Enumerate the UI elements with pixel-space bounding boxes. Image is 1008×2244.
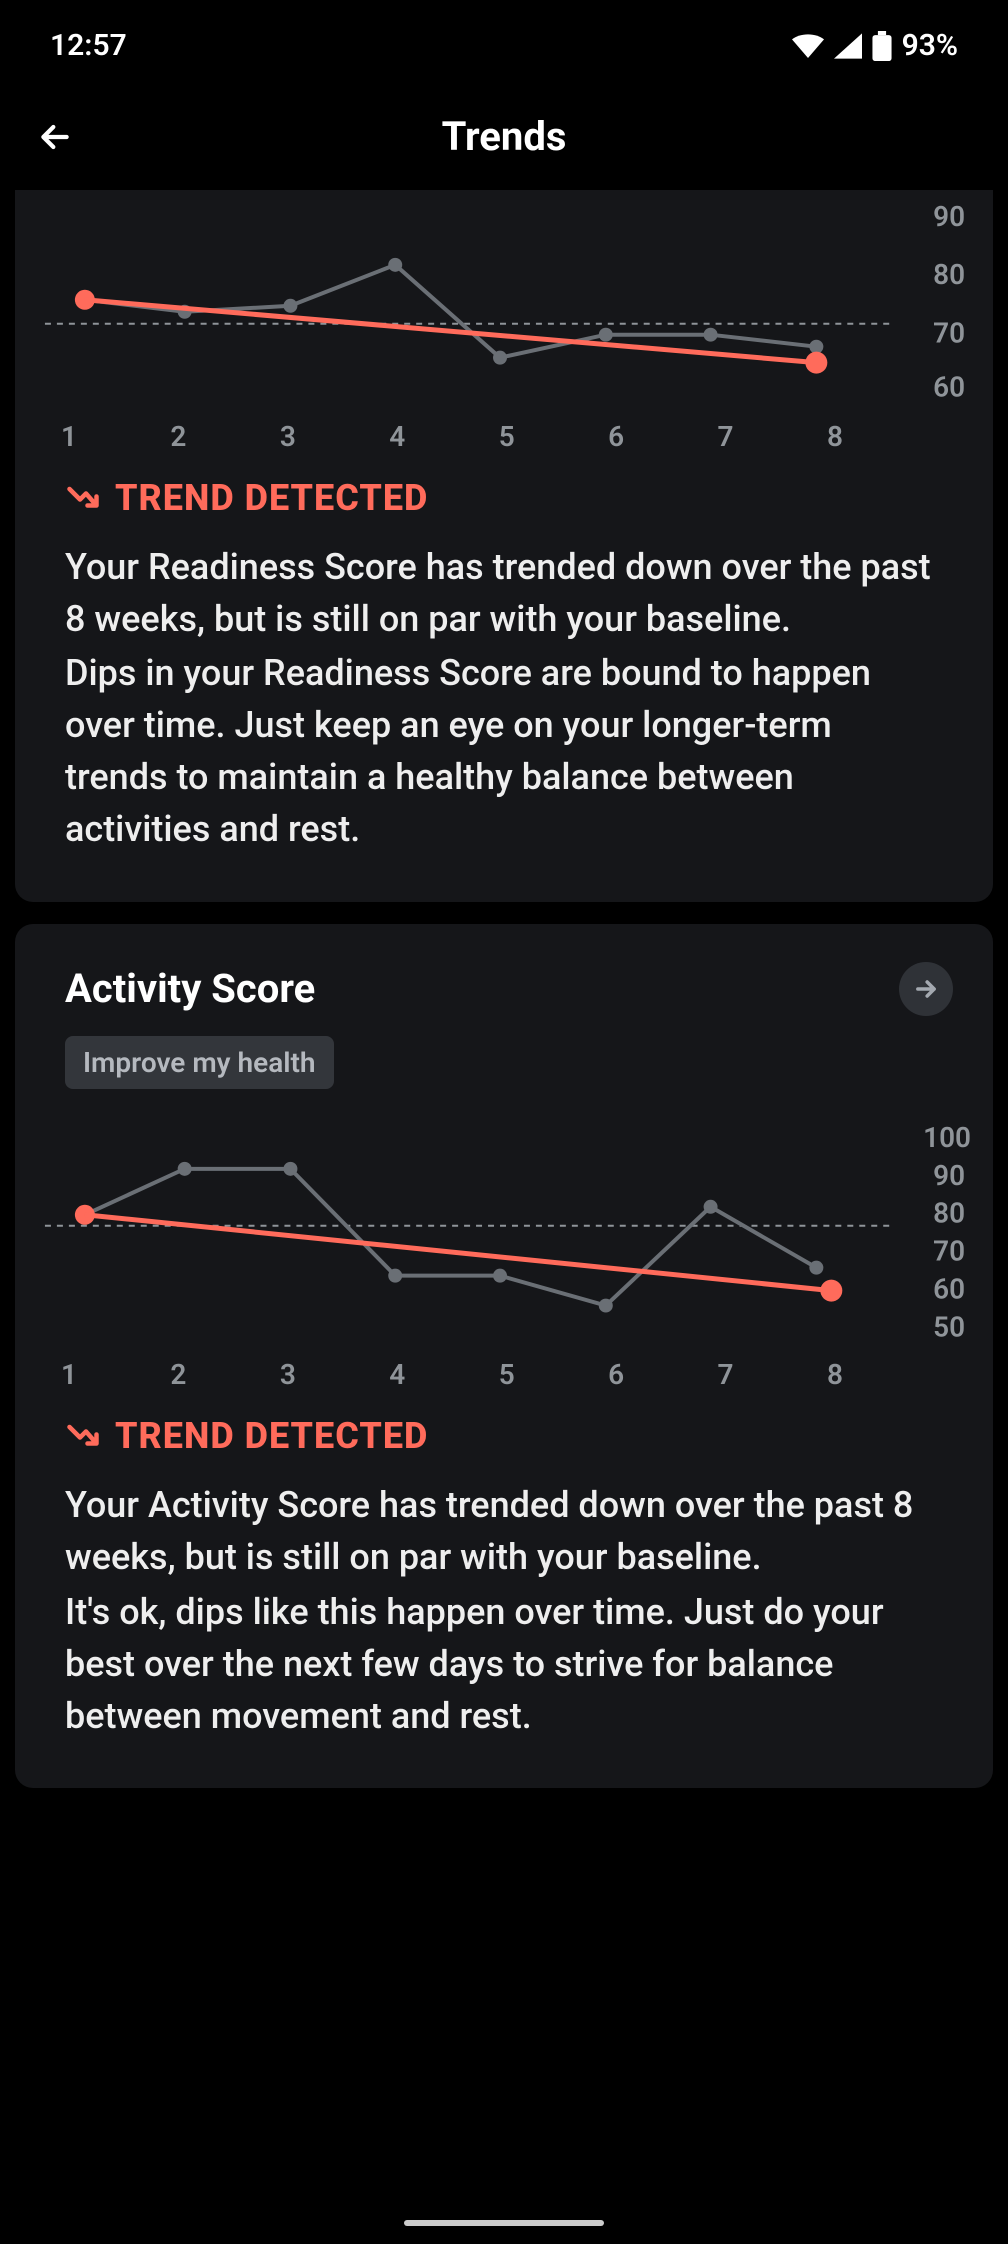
header: Trends [0, 83, 1008, 190]
data-point [178, 1162, 192, 1176]
data-point [704, 328, 718, 342]
y-tick: 60 [933, 1272, 965, 1305]
x-tick: 6 [608, 420, 624, 453]
x-axis: 1 2 3 4 5 6 7 8 [15, 410, 913, 453]
trend-detected-row: TREND DETECTED [15, 1391, 993, 1475]
trend-end-point [820, 1279, 842, 1301]
x-tick: 5 [499, 420, 515, 453]
goal-chip[interactable]: Improve my health [65, 1036, 334, 1089]
card-title: Activity Score [65, 965, 315, 1012]
data-point [388, 1268, 402, 1282]
data-point [493, 351, 507, 365]
y-tick: 70 [933, 317, 965, 350]
trend-label: TREND DETECTED [115, 477, 428, 519]
data-line [85, 1169, 817, 1306]
body-paragraph: It's ok, dips like this happen over time… [65, 1586, 943, 1743]
y-tick: 80 [933, 258, 965, 291]
trend-down-icon [65, 1418, 101, 1454]
x-axis: 1 2 3 4 5 6 7 8 [15, 1348, 913, 1391]
activity-card[interactable]: Activity Score Improve my health 100 90 … [15, 924, 993, 1788]
home-indicator[interactable] [404, 2220, 604, 2226]
data-point [809, 1260, 823, 1274]
status-time: 12:57 [50, 28, 127, 63]
trend-detected-row: TREND DETECTED [15, 453, 993, 537]
data-point [283, 299, 297, 313]
trend-end-point [805, 352, 827, 374]
data-point [599, 1298, 613, 1312]
data-point [809, 340, 823, 354]
y-tick: 100 [923, 1121, 971, 1154]
x-tick: 4 [389, 420, 405, 453]
back-button[interactable] [30, 112, 80, 162]
data-point [704, 1199, 718, 1213]
x-tick: 2 [170, 420, 186, 453]
y-tick: 90 [933, 1158, 965, 1191]
x-tick: 6 [608, 1358, 624, 1391]
open-activity-button[interactable] [899, 962, 953, 1016]
y-tick: 80 [933, 1196, 965, 1229]
y-tick: 50 [933, 1310, 965, 1343]
data-point [388, 258, 402, 272]
status-battery-pct: 93% [902, 28, 958, 63]
trend-down-icon [65, 480, 101, 516]
activity-body: Your Activity Score has trended down ove… [15, 1475, 993, 1748]
signal-icon [834, 33, 862, 59]
x-tick: 3 [280, 1358, 296, 1391]
x-tick: 1 [61, 1358, 77, 1391]
arrow-left-icon [35, 117, 75, 157]
activity-chart: 100 90 80 70 60 50 1 2 3 4 5 6 7 8 [15, 1099, 993, 1391]
x-tick: 4 [389, 1358, 405, 1391]
x-tick: 3 [280, 420, 296, 453]
battery-icon [872, 31, 892, 61]
y-tick: 90 [933, 200, 965, 233]
body-paragraph: Your Readiness Score has trended down ov… [65, 541, 943, 645]
x-tick: 7 [718, 1358, 734, 1391]
data-point [493, 1268, 507, 1282]
x-tick: 2 [170, 1358, 186, 1391]
activity-card-header: Activity Score [15, 924, 993, 1026]
x-tick: 8 [827, 420, 843, 453]
y-tick: 60 [933, 371, 965, 404]
status-bar: 12:57 93% [0, 0, 1008, 83]
x-tick: 8 [827, 1358, 843, 1391]
wifi-icon [792, 33, 824, 59]
arrow-right-icon [912, 975, 940, 1003]
x-tick: 7 [718, 420, 734, 453]
trend-label: TREND DETECTED [115, 1415, 428, 1457]
body-paragraph: Dips in your Readiness Score are bound t… [65, 647, 943, 856]
status-icons: 93% [792, 28, 958, 63]
body-paragraph: Your Activity Score has trended down ove… [65, 1479, 943, 1583]
page-title: Trends [442, 113, 567, 160]
x-tick: 5 [499, 1358, 515, 1391]
data-point [599, 328, 613, 342]
readiness-chart: 90 80 70 60 1 2 3 4 5 6 7 8 [15, 190, 993, 453]
y-tick: 70 [933, 1234, 965, 1267]
data-point [283, 1162, 297, 1176]
x-tick: 1 [61, 420, 77, 453]
readiness-card: 90 80 70 60 1 2 3 4 5 6 7 8 TREND DETECT… [15, 190, 993, 902]
readiness-body: Your Readiness Score has trended down ov… [15, 537, 993, 862]
